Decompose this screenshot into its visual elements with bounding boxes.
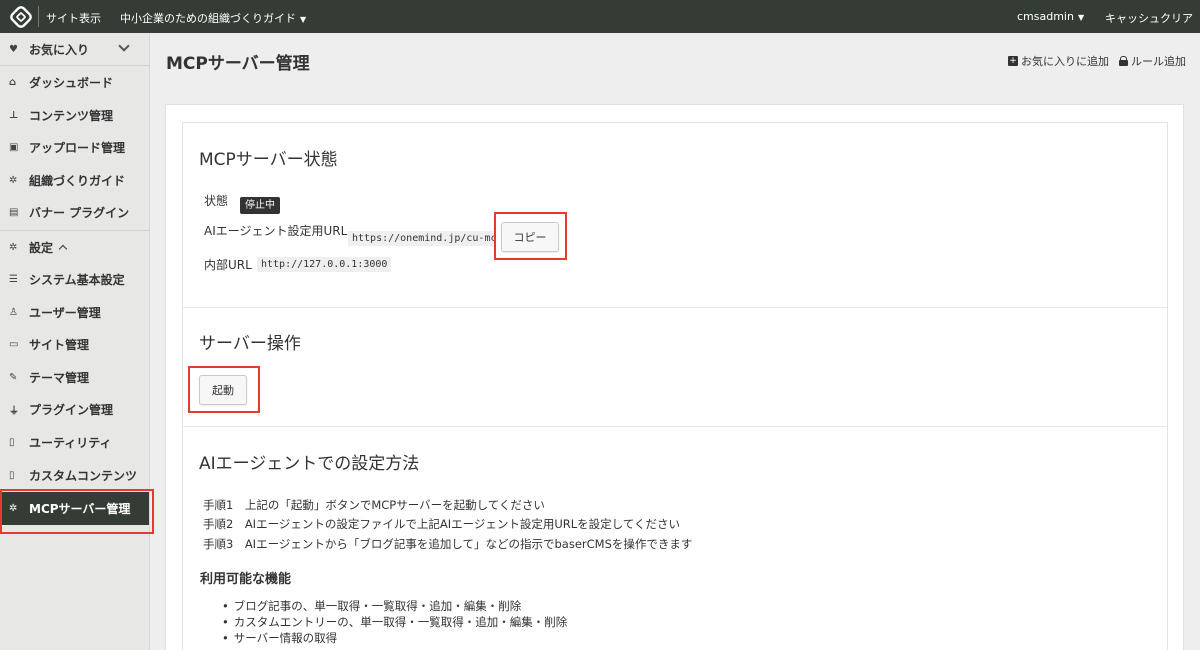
feature-item: ブログ記事の、単一取得・一覧取得・追加・編集・削除 xyxy=(222,598,522,614)
chevron-up-icon xyxy=(58,244,68,254)
highlight-box xyxy=(0,489,154,534)
image-icon: ▣ xyxy=(9,141,19,153)
step-2: 手順2 AIエージェントの設定ファイルで上記AIエージェント設定用URLを設定し… xyxy=(203,517,680,531)
sidebar-item-uploads[interactable]: ▣ アップロード管理 xyxy=(0,131,150,163)
sidebar-item-contents[interactable]: ⊥ コンテンツ管理 xyxy=(0,99,150,131)
sidebar-item-label: プラグイン管理 xyxy=(29,402,114,417)
sidebar-item-dashboard[interactable]: ⌂ ダッシュボード xyxy=(0,66,150,98)
sidebar-item-label: テーマ管理 xyxy=(29,370,90,385)
sidebar-item-label: ダッシュボード xyxy=(29,75,114,90)
highlight-box xyxy=(188,366,260,413)
plug-icon: ⏚ xyxy=(9,405,19,417)
user-menu[interactable]: cmsadmin ▼ xyxy=(1017,10,1084,23)
cache-clear-link[interactable]: キャッシュクリア xyxy=(1105,10,1193,26)
sidebar-item-guide[interactable]: ✲ 組織づくりガイド xyxy=(0,164,150,196)
gear-icon: ✲ xyxy=(9,174,18,186)
site-name-label: 中小企業のための組織づくりガイド xyxy=(120,12,296,25)
sidebar-item-label: アップロード管理 xyxy=(29,140,126,155)
sidebar-item-label: ユーティリティ xyxy=(29,435,112,450)
add-rule-label: ルール追加 xyxy=(1131,55,1186,68)
file-icon: ▯ xyxy=(9,469,15,481)
sidebar-item-label: バナー プラグイン xyxy=(29,205,130,220)
user-icon: ♙ xyxy=(9,306,18,318)
chevron-down-icon xyxy=(118,40,130,52)
brush-icon: ✎ xyxy=(9,371,18,383)
ai-url-value: https://onemind.jp/cu-mcp xyxy=(348,231,496,246)
internal-url-value: http://127.0.0.1:3000 xyxy=(257,257,392,272)
heart-icon: ♥ xyxy=(9,43,18,55)
ai-url-label: AIエージェント設定用URL xyxy=(204,224,348,238)
sidebar-item-label: 組織づくりガイド xyxy=(29,173,126,188)
site-selector[interactable]: 中小企業のための組織づくりガイド ▼ xyxy=(120,10,306,26)
caret-down-icon: ▼ xyxy=(1077,13,1085,22)
feature-item: サーバー情報の取得 xyxy=(222,630,337,646)
status-label: 状態 xyxy=(204,194,229,208)
plus-square-icon: + xyxy=(1008,56,1018,66)
file-icon: ▯ xyxy=(9,436,15,448)
lock-icon xyxy=(1119,56,1128,66)
operation-card xyxy=(182,307,1168,427)
add-favorite-label: お気に入りに追加 xyxy=(1021,55,1109,68)
highlight-box xyxy=(494,212,567,260)
status-badge: 停止中 xyxy=(240,197,280,214)
add-rule-link[interactable]: ルール追加 xyxy=(1119,53,1186,69)
sidebar: ♥ お気に入り ⌂ ダッシュボード ⊥ コンテンツ管理 ▣ アップロード管理 ✲ 組織づく… xyxy=(0,33,150,650)
sidebar-item-label: サイト管理 xyxy=(29,337,90,352)
topbar-divider xyxy=(38,6,39,27)
step-3: 手順3 AIエージェントから「ブログ記事を追加して」などの指示でbaserCMS… xyxy=(203,537,693,551)
features-title: 利用可能な機能 xyxy=(200,572,292,587)
sidebar-item-plugins[interactable]: ⏚ プラグイン管理 xyxy=(0,393,150,425)
page-title: MCPサーバー管理 xyxy=(166,54,310,74)
sidebar-item-sites[interactable]: ▭ サイト管理 xyxy=(0,328,150,360)
sidebar-item-utilities[interactable]: ▯ ユーティリティ xyxy=(0,426,150,458)
feature-item: カスタムエントリーの、単一取得・一覧取得・追加・編集・削除 xyxy=(222,614,568,630)
file-icon: ▤ xyxy=(9,206,19,218)
id-card-icon: ▭ xyxy=(9,338,19,350)
gear-icon: ✲ xyxy=(9,241,18,253)
sidebar-item-themes[interactable]: ✎ テーマ管理 xyxy=(0,361,150,393)
user-name: cmsadmin xyxy=(1017,10,1074,23)
sidebar-settings[interactable]: ✲ 設定 xyxy=(0,231,150,263)
step-1: 手順1 上記の「起動」ボタンでMCPサーバーを起動してください xyxy=(203,498,545,512)
sidebar-item-system[interactable]: ☰ システム基本設定 xyxy=(0,263,150,295)
status-section-title: MCPサーバー状態 xyxy=(199,150,338,170)
sidebar-item-label: カスタムコンテンツ xyxy=(29,468,138,483)
operation-section-title: サーバー操作 xyxy=(199,334,301,354)
sidebar-item-users[interactable]: ♙ ユーザー管理 xyxy=(0,296,150,328)
sidebar-item-label: お気に入り xyxy=(29,42,90,57)
howto-section-title: AIエージェントでの設定方法 xyxy=(199,454,420,474)
sidebar-favorites[interactable]: ♥ お気に入り xyxy=(0,33,150,65)
sidebar-item-banner[interactable]: ▤ バナー プラグイン xyxy=(0,196,150,228)
list-icon: ☰ xyxy=(9,273,18,285)
sitemap-icon: ⊥ xyxy=(9,109,19,121)
top-bar: サイト表示 中小企業のための組織づくりガイド ▼ cmsadmin ▼ キャッシュク… xyxy=(0,0,1200,33)
internal-url-label: 内部URL xyxy=(204,258,252,272)
sidebar-item-label: システム基本設定 xyxy=(29,272,125,287)
logo-icon[interactable] xyxy=(10,6,32,28)
sidebar-item-label: ユーザー管理 xyxy=(29,305,101,320)
home-icon: ⌂ xyxy=(9,76,17,88)
sidebar-item-label: 設定 xyxy=(29,240,54,255)
caret-down-icon: ▼ xyxy=(300,15,307,24)
site-view-link[interactable]: サイト表示 xyxy=(46,10,101,26)
add-favorite-link[interactable]: + お気に入りに追加 xyxy=(1008,53,1109,69)
sidebar-item-custom-contents[interactable]: ▯ カスタムコンテンツ xyxy=(0,459,150,491)
sidebar-item-label: コンテンツ管理 xyxy=(29,108,114,123)
